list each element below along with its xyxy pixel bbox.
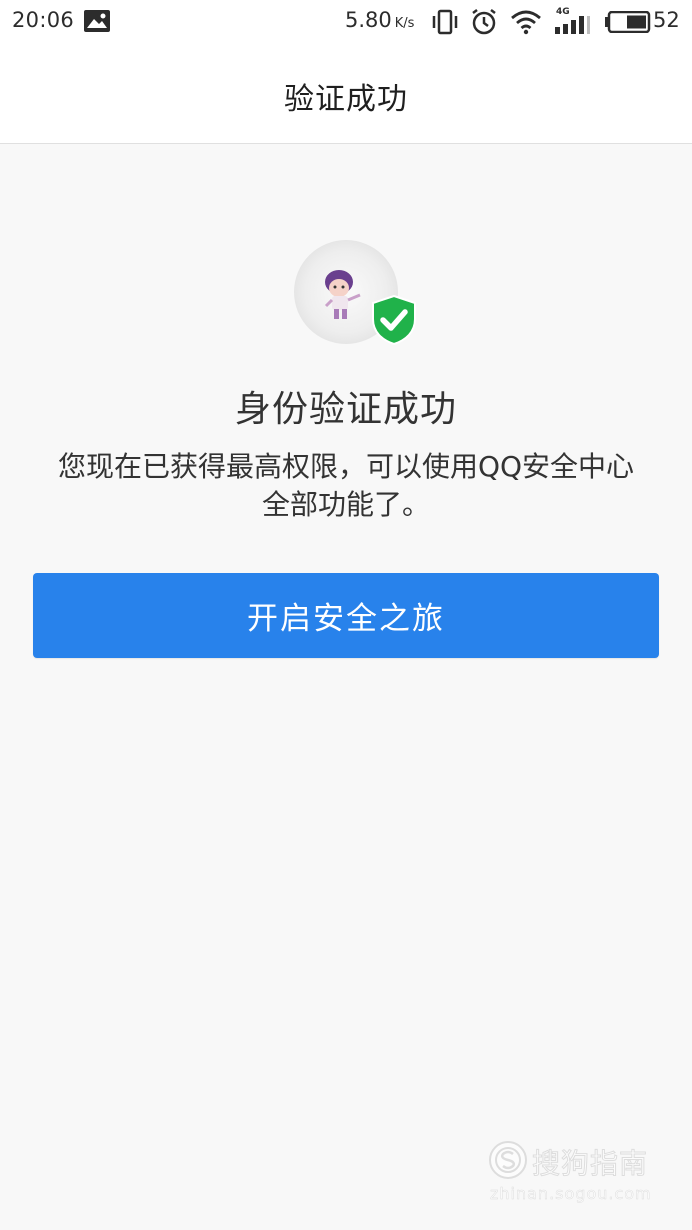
watermark: 搜狗指南 zhinan.sogou.com xyxy=(488,1140,668,1210)
status-time: 20:06 xyxy=(12,8,75,32)
net-speed-value: 5.80 xyxy=(345,8,392,32)
watermark-url: zhinan.sogou.com xyxy=(490,1184,652,1204)
result-description: 您现在已获得最高权限，可以使用QQ安全中心 全部功能了。 xyxy=(24,448,668,524)
result-title: 身份验证成功 xyxy=(234,389,457,430)
page-title: 验证成功 xyxy=(284,82,408,117)
sogou-logo-icon xyxy=(489,1141,527,1179)
battery-icon xyxy=(605,11,651,33)
status-bar: 20:06 5.80 K/s 4G 52 xyxy=(0,0,692,44)
gallery-icon xyxy=(84,10,110,32)
net-speed-unit: K/s xyxy=(394,16,415,31)
result-description-line-1: 您现在已获得最高权限，可以使用QQ安全中心 xyxy=(57,450,635,483)
alarm-icon xyxy=(472,9,496,35)
net-speed: 5.80 K/s xyxy=(345,8,414,32)
result-description-line-2: 全部功能了。 xyxy=(261,488,430,521)
vibrate-icon xyxy=(432,9,458,35)
start-security-journey-button[interactable]: 开启安全之旅 xyxy=(33,573,659,658)
wifi-icon xyxy=(511,10,541,35)
nav-bar: 验证成功 xyxy=(0,44,692,144)
watermark-name: 搜狗指南 xyxy=(531,1147,649,1181)
battery-level: 52 xyxy=(653,8,680,32)
cell-signal-icon xyxy=(555,16,590,34)
verified-shield-icon xyxy=(372,295,416,345)
